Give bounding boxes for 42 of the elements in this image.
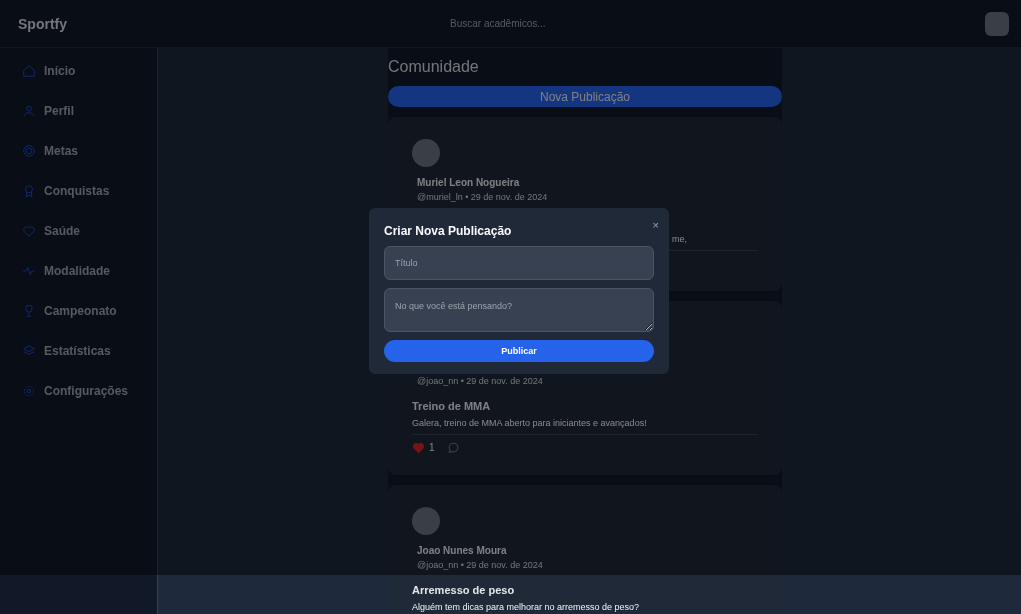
gear-icon <box>22 384 36 398</box>
comment-icon[interactable] <box>446 441 460 454</box>
avatar <box>412 139 440 167</box>
trophy-icon <box>22 304 36 318</box>
search-field[interactable]: Buscar acadêmicos... <box>448 17 702 30</box>
post-title: Arremesso de peso <box>412 584 516 596</box>
avatar <box>412 507 440 535</box>
sidebar-item[interactable]: Saúde <box>0 211 157 251</box>
home-icon <box>22 64 36 78</box>
sidebar-item[interactable]: Metas <box>0 131 157 171</box>
app-name: Sportfy <box>18 15 68 32</box>
heart-icon <box>22 224 36 238</box>
new-post-button[interactable]: Nova Publicação <box>388 86 782 107</box>
sidebar-item[interactable]: Perfil <box>0 91 157 131</box>
award-icon <box>22 184 36 198</box>
user-avatar[interactable] <box>985 11 1009 36</box>
post-text: me, <box>672 234 687 244</box>
sidebar-item[interactable]: Modalidade <box>0 251 157 291</box>
user-icon <box>22 104 36 118</box>
post-meta: @joao_nn • 29 de nov. de 2024 <box>416 376 544 386</box>
close-button[interactable]: × <box>652 219 659 231</box>
sidebar-item[interactable]: Início <box>0 51 157 91</box>
sidebar-item[interactable]: Campeonato <box>0 291 157 331</box>
target-icon <box>22 144 36 158</box>
dialog-title: Criar Nova Publicação <box>384 224 512 238</box>
post-meta: @joao_nn • 29 de nov. de 2024 <box>416 560 544 570</box>
sidebar-item[interactable]: Configurações <box>0 371 157 411</box>
pulse-icon <box>22 264 36 278</box>
layers-icon <box>22 344 36 358</box>
post-meta: @muriel_ln • 29 de nov. de 2024 <box>416 192 549 202</box>
sidebar-item[interactable]: Conquistas <box>0 171 157 211</box>
author-name: Joao Nunes Moura <box>416 545 508 558</box>
content-field[interactable]: No que você está pensando? <box>384 288 654 332</box>
like-button[interactable]: 1 <box>412 441 435 454</box>
post-text: Alguém tem dicas para melhorar no arremesso de peso? <box>412 602 640 612</box>
post-text: Galera, treino de MMA aberto para iniciantes e avançados! <box>412 418 647 428</box>
page-title: Comunidade <box>388 58 480 76</box>
publish-button[interactable]: Publicar <box>384 340 654 362</box>
sidebar-item[interactable]: Estatísticas <box>0 331 157 371</box>
title-field[interactable]: Título <box>384 246 654 280</box>
post-title: Treino de MMA <box>412 400 492 412</box>
author-name: Muriel Leon Nogueira <box>416 177 521 190</box>
